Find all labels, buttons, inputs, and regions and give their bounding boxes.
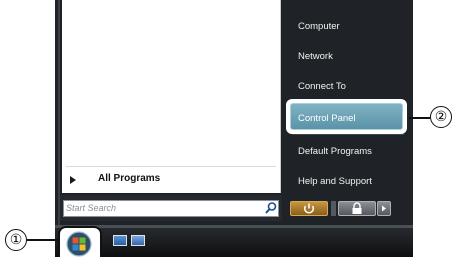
shutdown-options-button[interactable]	[377, 201, 391, 216]
menu-item-default-programs[interactable]: Default Programs	[298, 146, 372, 157]
callout-2: ②	[430, 106, 452, 128]
all-programs-label: All Programs	[98, 173, 161, 184]
menu-item-computer[interactable]: Computer	[298, 21, 340, 32]
show-desktop-icon[interactable]	[113, 235, 127, 246]
chevron-right-icon	[382, 205, 386, 212]
right-pane-separator	[292, 134, 404, 135]
callout-2-leader	[409, 117, 430, 119]
lock-button[interactable]	[338, 201, 376, 216]
programs-pane	[62, 0, 281, 193]
power-icon	[304, 203, 314, 214]
menu-item-help-and-support[interactable]: Help and Support	[298, 176, 372, 187]
switch-windows-icon[interactable]	[131, 235, 145, 246]
windows-start-orb-icon[interactable]	[62, 229, 96, 257]
power-button[interactable]	[290, 201, 328, 216]
taskbar	[55, 225, 413, 257]
lock-icon	[352, 202, 362, 214]
callout-1-leader	[27, 239, 58, 241]
arrow-right-icon	[70, 176, 76, 184]
control-panel-label: Control Panel	[298, 113, 356, 124]
menu-item-network[interactable]: Network	[298, 51, 333, 62]
search-placeholder: Start Search	[66, 203, 117, 213]
taskbar-top-edge	[55, 225, 413, 228]
menu-item-connect-to[interactable]: Connect To	[298, 81, 346, 92]
programs-separator	[66, 166, 276, 167]
search-icon[interactable]	[264, 201, 278, 215]
start-menu-edge	[58, 0, 60, 225]
button-divider	[331, 201, 336, 216]
callout-1: ①	[5, 229, 27, 251]
all-programs-button[interactable]	[62, 169, 280, 191]
